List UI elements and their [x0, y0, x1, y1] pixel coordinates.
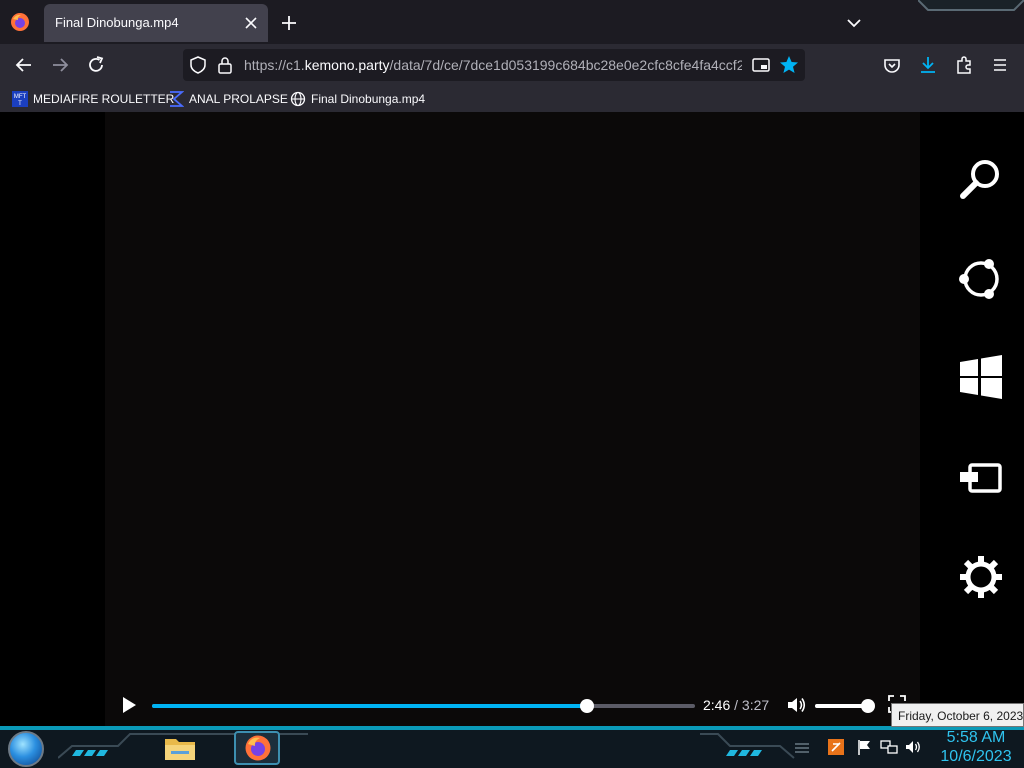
url-text[interactable]: https://c1.kemono.party/data/7d/ce/7dce1…: [244, 57, 742, 73]
play-icon[interactable]: [119, 694, 139, 716]
video-controls: 2:46 / 3:27: [105, 684, 920, 726]
downloads-icon[interactable]: [915, 52, 941, 78]
seek-thumb[interactable]: [580, 699, 595, 713]
close-icon[interactable]: [242, 14, 260, 32]
system-clock[interactable]: 5:58 AM 10/6/2023: [934, 728, 1018, 766]
start-button[interactable]: [8, 731, 44, 767]
bookmark-label: Final Dinobunga.mp4: [311, 92, 426, 106]
share-icon[interactable]: [956, 254, 1006, 304]
globe-icon: [290, 91, 306, 107]
picture-in-picture-icon[interactable]: [750, 54, 772, 76]
tab-strip: Final Dinobunga.mp4: [0, 0, 1024, 44]
chevron-down-icon[interactable]: [843, 12, 865, 34]
video-player[interactable]: 2:46 / 3:27: [105, 112, 920, 726]
bookmark-item-video[interactable]: Final Dinobunga.mp4: [290, 90, 425, 108]
menu-hamburger-icon[interactable]: [987, 52, 1013, 78]
video-frame-placeholder: [105, 112, 920, 682]
tab-title: Final Dinobunga.mp4: [55, 15, 179, 30]
extensions-puzzle-icon[interactable]: [951, 52, 977, 78]
clock-time: 5:58 AM: [946, 729, 1006, 746]
date-tooltip: Friday, October 6, 2023: [891, 703, 1024, 727]
seek-progress: [152, 704, 588, 708]
lock-icon[interactable]: [214, 54, 236, 76]
search-icon[interactable]: [956, 154, 1006, 204]
taskbar-app-firefox[interactable]: [234, 731, 280, 765]
svg-text:MFT: MFT: [14, 94, 27, 100]
volume-icon[interactable]: [904, 738, 922, 756]
page-content: 2:46 / 3:27: [0, 112, 1024, 726]
url-prefix: https://c1.: [244, 57, 305, 73]
url-path: /data/7d/ce/7dce1d053199c684bc28e0e2cfc8…: [389, 57, 742, 73]
pocket-icon[interactable]: [879, 52, 905, 78]
clock-date: 10/6/2023: [940, 748, 1012, 765]
time-separator: /: [734, 697, 739, 713]
firefox-icon[interactable]: [10, 12, 30, 32]
bookmark-star-icon[interactable]: [778, 54, 800, 76]
time-display: 2:46 / 3:27: [703, 697, 769, 713]
tracking-shield-icon[interactable]: [187, 54, 209, 76]
windows-start-icon[interactable]: [956, 352, 1006, 402]
volume-level: [815, 704, 868, 708]
reload-icon[interactable]: [83, 52, 109, 78]
tray-overflow-icon[interactable]: [793, 738, 811, 756]
app-tray-icon[interactable]: [827, 738, 845, 756]
current-time: 2:46: [703, 697, 731, 713]
file-explorer-icon[interactable]: [157, 731, 203, 765]
navigation-toolbar: https://c1.kemono.party/data/7d/ce/7dce1…: [0, 44, 1024, 86]
mediafire-icon: MFT T: [12, 91, 28, 107]
bookmarks-toolbar: MFT T MEDIAFIRE ROULETTER ANAL PROLAPSE …: [0, 86, 1024, 112]
taskbar-accent-strip: [0, 726, 1024, 730]
plus-icon[interactable]: [278, 12, 300, 34]
back-arrow-icon[interactable]: [11, 52, 37, 78]
action-center-flag-icon[interactable]: [856, 738, 874, 756]
bookmark-item-sigma[interactable]: ANAL PROLAPSE: [168, 90, 288, 108]
settings-gear-icon[interactable]: [956, 552, 1006, 602]
firefox-icon: [245, 735, 271, 761]
bookmark-item-mediafire[interactable]: MFT T MEDIAFIRE ROULETTER: [12, 90, 174, 108]
taskbar: 5:58 AM 10/6/2023: [0, 726, 1024, 768]
bookmark-label: ANAL PROLAPSE: [189, 92, 288, 106]
active-tab[interactable]: Final Dinobunga.mp4: [44, 4, 268, 42]
devices-icon[interactable]: [956, 452, 1006, 502]
svg-text:T: T: [18, 101, 22, 107]
seek-bar[interactable]: [152, 699, 695, 713]
forward-arrow-icon[interactable]: [47, 52, 73, 78]
window-frame-decoration: [918, 0, 1024, 11]
sum-sigma-icon: [170, 91, 184, 107]
bookmark-label: MEDIAFIRE ROULETTER: [33, 92, 175, 106]
network-icon[interactable]: [880, 738, 898, 756]
volume-slider[interactable]: [815, 699, 875, 713]
volume-icon[interactable]: [785, 694, 807, 716]
desktop: Final Dinobunga.mp4 https://c1.kemono.pa…: [0, 0, 1024, 768]
url-host: kemono.party: [304, 57, 390, 73]
address-bar[interactable]: https://c1.kemono.party/data/7d/ce/7dce1…: [183, 49, 805, 81]
volume-thumb[interactable]: [860, 699, 875, 713]
duration: 3:27: [741, 697, 770, 713]
